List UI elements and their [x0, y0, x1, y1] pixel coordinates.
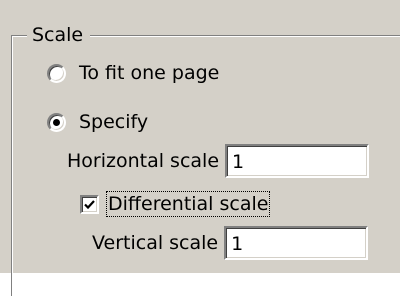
print-scale-panel: Scale To fit one page Specify Horizontal…	[0, 0, 400, 296]
specify-radio-button[interactable]	[47, 112, 66, 132]
horizontal-scale-input[interactable]: 1	[225, 144, 370, 178]
radio-dot-icon	[53, 118, 60, 126]
fit-one-page-radio-option[interactable]: To fit one page	[47, 59, 219, 87]
differential-scale-checkbox[interactable]	[80, 194, 99, 214]
fit-one-page-label[interactable]: To fit one page	[79, 62, 219, 84]
vertical-scale-label: Vertical scale	[92, 232, 219, 254]
differential-scale-label[interactable]: Differential scale	[106, 191, 271, 217]
vertical-scale-row: Vertical scale 1	[92, 226, 369, 260]
fit-one-page-radio-button[interactable]	[47, 63, 66, 83]
specify-radio-option[interactable]: Specify	[47, 108, 148, 136]
check-mark-icon	[84, 199, 95, 209]
horizontal-scale-label: Horizontal scale	[67, 150, 220, 172]
scale-group-title: Scale	[27, 21, 91, 49]
horizontal-scale-row: Horizontal scale 1	[67, 144, 370, 178]
differential-scale-option[interactable]: Differential scale	[80, 189, 271, 219]
specify-label[interactable]: Specify	[79, 111, 148, 133]
vertical-scale-input[interactable]: 1	[224, 226, 369, 260]
